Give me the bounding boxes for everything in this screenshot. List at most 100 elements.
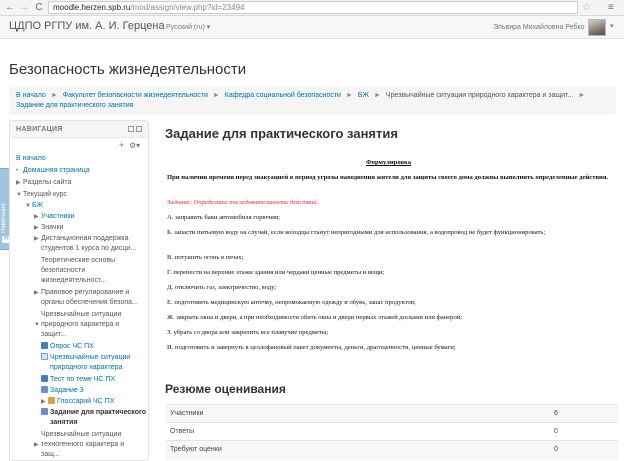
breadcrumb-faculty[interactable]: Факультет безопасности жизнедеятельности xyxy=(63,92,208,99)
nav-item-label: Чрезвычайные ситуации xyxy=(50,354,131,361)
breadcrumb-separator-icon: ► xyxy=(50,92,58,99)
user-menu-caret-icon[interactable]: ▾ xyxy=(610,22,614,30)
assignment-icon xyxy=(41,386,48,393)
breadcrumb: В начало ► Факультет безопасности жизнедея… xyxy=(9,87,616,115)
dock-block-icon[interactable] xyxy=(136,126,142,132)
nav-item-label: Задание 3 xyxy=(50,387,84,394)
browser-toolbar: ← → C moodle.herzen.spb.ru/mod/assign/vi… xyxy=(0,0,624,16)
forward-arrow-icon[interactable]: → xyxy=(17,1,31,14)
nav-item-current-course[interactable]: ▼Текущий курс xyxy=(16,190,67,200)
triangle-down-icon: ▼ xyxy=(34,322,40,328)
option-z: З. убрать со двора или закрепить все пла… xyxy=(167,329,329,336)
address-bar[interactable]: moodle.herzen.spb.ru/mod/assign/view.php… xyxy=(48,1,578,14)
table-row: Требуют оценки 0 xyxy=(166,440,618,459)
grading-label: Требуют оценки xyxy=(166,440,550,459)
nav-item-label: Чрезвычайные ситуации xyxy=(41,431,122,438)
glossary-icon xyxy=(48,397,55,404)
breadcrumb-separator-icon: ► xyxy=(578,92,586,99)
nav-item-activity-assign-3[interactable]: Задание 3 xyxy=(41,386,84,396)
nav-item-label: Разделы сайта xyxy=(23,179,72,186)
nav-item-badges[interactable]: ▶ Значки xyxy=(34,223,63,233)
nav-item-label: Значки xyxy=(41,224,64,231)
grading-value: 6 xyxy=(550,404,618,423)
user-name[interactable]: Эльвира Михайловна Ребко xyxy=(493,24,585,31)
nav-item-my-home[interactable]: • Домашняя страница xyxy=(16,166,90,176)
nav-item-label: защ... xyxy=(41,451,60,458)
triangle-down-icon: ▼ xyxy=(16,192,22,198)
nav-item-activity-glossary[interactable]: ▶ Глоссарий ЧС ПХ xyxy=(41,397,114,407)
nav-item-label: Тест по теме ЧС ПХ xyxy=(50,376,116,383)
nav-item-label: Правовое регулирование и xyxy=(41,289,130,296)
navigation-block: НАВИГАЦИЯ + ⚙▾ В начало • Домашняя страни… xyxy=(9,120,149,461)
avatar[interactable] xyxy=(588,19,606,36)
triangle-right-icon: ▶ xyxy=(41,399,46,405)
option-zh: Ж. закрыть окна и двери, а при необходим… xyxy=(167,314,463,321)
table-row: Участники 6 xyxy=(166,404,618,423)
site-navbar: ЦДПО РГПУ им. А. И. Герцена Русский (ru)… xyxy=(0,16,624,39)
nav-item-activity-current[interactable]: Задание для практического занятия xyxy=(41,408,146,428)
nav-item-label: БЖ xyxy=(32,202,44,209)
bookmark-star-icon[interactable]: ☆ xyxy=(582,1,591,14)
breadcrumb-course[interactable]: БЖ xyxy=(358,92,369,99)
table-row: Ответы 0 xyxy=(166,422,618,441)
nav-item-label: занятия xyxy=(50,419,78,426)
nav-item-label: Теоретические основы xyxy=(41,257,116,264)
quiz-icon xyxy=(41,375,48,382)
nav-item-activity-poll[interactable]: Опрос ЧС ПХ xyxy=(41,342,94,352)
navigation-header: НАВИГАЦИЯ xyxy=(10,121,148,138)
browser-menu-icon[interactable]: ≡ xyxy=(608,1,614,14)
breadcrumb-separator-icon: ► xyxy=(212,92,220,99)
nav-item-participants[interactable]: ▶ Участники xyxy=(34,212,74,222)
option-a: А. заправить баки автомобиля горючим; xyxy=(167,214,280,221)
nav-item-label: защит... xyxy=(41,331,67,338)
option-e: Е. подготовить медицинскую аптечку, непр… xyxy=(167,299,416,306)
nav-item-label: Участники xyxy=(41,213,75,220)
nav-item-label: В начало xyxy=(16,155,46,162)
option-v: В. потушить огонь в печах; xyxy=(167,254,244,261)
breadcrumb-separator-icon: ► xyxy=(345,92,353,99)
option-d: Д. отключить газ, электричество, воду; xyxy=(167,284,277,291)
assignment-icon xyxy=(41,408,48,415)
grading-value: 0 xyxy=(550,422,618,441)
language-menu[interactable]: Русский (ru) ▾ xyxy=(166,23,210,31)
triangle-down-icon: ▼ xyxy=(25,203,31,209)
nav-item-activity-test[interactable]: Тест по теме ЧС ПХ xyxy=(41,375,115,385)
nav-item-course[interactable]: ▼БЖ xyxy=(25,201,43,211)
nav-item-section-4[interactable]: Чрезвычайные ситуации ▼природного характ… xyxy=(34,310,121,340)
breadcrumb-section[interactable]: Чрезвычайные ситуации природного характе… xyxy=(386,92,573,99)
nav-item-section-3[interactable]: ▶ Правовое регулирование и органы обеспеч… xyxy=(34,288,138,308)
hide-block-icon[interactable] xyxy=(128,126,134,132)
url-host: moodle.herzen.spb.ru xyxy=(53,3,131,12)
nav-item-activity-page[interactable]: Чрезвычайные ситуации природного характе… xyxy=(41,353,130,373)
page-icon xyxy=(41,353,48,360)
bullet-icon: • xyxy=(16,168,19,174)
nav-item-section-1[interactable]: ▶ Дистанционная поддержка студентов 1 кур… xyxy=(34,234,136,254)
page-title: Безопасность жизнедеятельности xyxy=(9,61,247,78)
nav-item-label: безопасности xyxy=(41,267,86,274)
site-brand[interactable]: ЦДПО РГПУ им. А. И. Герцена xyxy=(9,20,165,32)
option-g: Г. перенести на верхние этажи здания или… xyxy=(167,269,385,276)
breadcrumb-current[interactable]: Задание для практического занятия xyxy=(16,102,133,109)
grading-label: Ответы xyxy=(166,422,550,441)
grading-summary-table: Участники 6 Ответы 0 Требуют оценки 0 xyxy=(166,404,618,459)
nav-item-label: студентов 1 курса по дисци... xyxy=(41,245,137,252)
nav-item-section-2[interactable]: Теоретические основы безопасности жизнед… xyxy=(41,256,115,286)
triangle-right-icon: ▶ xyxy=(34,214,39,220)
option-i: И. подготовить и завернуть в целлофановы… xyxy=(167,344,456,351)
nav-item-site-pages[interactable]: ▶ Разделы сайта xyxy=(16,178,71,188)
nav-item-home[interactable]: В начало xyxy=(16,154,46,164)
nav-item-section-5[interactable]: Чрезвычайные ситуации ▶ техногенного хара… xyxy=(34,430,124,460)
breadcrumb-department[interactable]: Кафедра социальной безопасности xyxy=(225,92,341,99)
back-arrow-icon[interactable]: ← xyxy=(3,1,17,14)
assignment-task: Задание: Определите последовательность д… xyxy=(167,199,319,206)
triangle-right-icon: ▶ xyxy=(16,180,21,186)
triangle-right-icon: ▶ xyxy=(34,442,39,448)
add-block-icon[interactable]: + xyxy=(119,141,124,150)
nav-item-label: Задание для практического xyxy=(50,409,147,416)
breadcrumb-home[interactable]: В начало xyxy=(16,92,46,99)
grading-value: 0 xyxy=(550,440,618,459)
reload-icon[interactable]: C xyxy=(32,1,46,14)
gear-icon[interactable]: ⚙▾ xyxy=(129,141,140,150)
url-path: /mod/assign/view.php?id=23494 xyxy=(130,3,245,12)
assignment-title: Задание для практического занятия xyxy=(165,126,398,141)
